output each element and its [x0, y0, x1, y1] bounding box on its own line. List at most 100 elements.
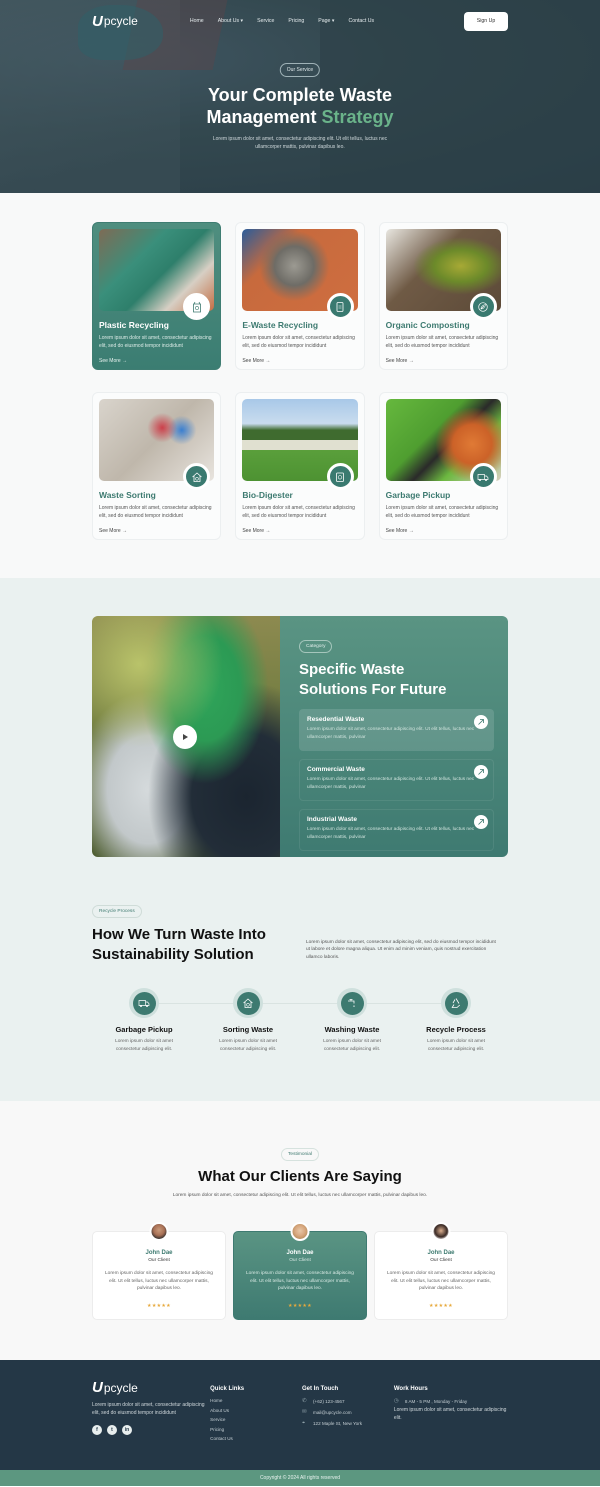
- hours-text: 8 AM - 5 PM , Monday - Friday: [404, 1398, 468, 1404]
- service-desc: Lorem ipsum dolor sit amet, consectetur …: [242, 505, 355, 519]
- step-desc: Lorem ipsum dolor sit amet consectetur ad…: [427, 1039, 485, 1052]
- digester-bin-icon: [326, 463, 354, 490]
- process-title: How We Turn Waste Into Sustainability So…: [92, 925, 306, 964]
- arrow-up-right-icon[interactable]: [474, 715, 488, 729]
- client-name: John Dae: [427, 1250, 455, 1256]
- footer-link-contact-us[interactable]: Contact Us: [210, 1434, 302, 1444]
- avatar: [149, 1222, 169, 1241]
- service-card-organic-composting[interactable]: Organic Composting Lorem ipsum dolor sit…: [378, 222, 508, 370]
- nav-link-about-us[interactable]: About Us ▾: [218, 18, 243, 24]
- hero-title-accent: Strategy: [321, 107, 394, 127]
- testimonials-section: Testimonial What Our Clients Are Saying …: [0, 1101, 600, 1360]
- category-panel: Category Specific Waste Solutions For Fu…: [92, 616, 508, 857]
- category-item-industrial-waste[interactable]: Industrial Waste Lorem ipsum dolor sit a…: [299, 809, 494, 851]
- category-item-title: Resedential Waste: [307, 716, 365, 723]
- category-item-commercial-waste[interactable]: Commercial Waste Lorem ipsum dolor sit a…: [299, 759, 494, 801]
- contact-title: Get In Touch: [302, 1386, 339, 1392]
- star-rating: ★★★★★: [147, 1302, 171, 1309]
- process-step: Sorting Waste Lorem ipsum dolor sit amet…: [196, 988, 300, 1053]
- process-section: Recycle Process How We Turn Waste Into S…: [0, 857, 600, 1101]
- service-card-bio-digester[interactable]: Bio-Digester Lorem ipsum dolor sit amet,…: [235, 392, 365, 540]
- chevron-down-icon: ▾: [240, 18, 244, 24]
- avatar: [431, 1222, 451, 1241]
- nav-link-pricing[interactable]: Pricing: [288, 18, 304, 24]
- service-desc: Lorem ipsum dolor sit amet, consectetur …: [99, 335, 212, 349]
- client-role: Our Client: [430, 1258, 452, 1263]
- arrow-up-right-icon[interactable]: [474, 765, 488, 779]
- service-card-plastic-recycling[interactable]: Plastic Recycling Lorem ipsum dolor sit …: [92, 222, 222, 370]
- arrow-right-icon: →: [265, 358, 271, 364]
- process-desc: Lorem ipsum dolor sit amet, consectetur …: [306, 939, 496, 961]
- arrow-right-icon: →: [265, 528, 271, 534]
- see-more-label: See More: [242, 358, 265, 364]
- nav-link-service[interactable]: Service: [257, 18, 274, 24]
- mail-icon: ✉: [302, 1409, 307, 1415]
- see-more-link[interactable]: See More →: [99, 358, 214, 364]
- category-item-desc: Lorem ipsum dolor sit amet, consectetur …: [307, 727, 475, 740]
- nav-link-home[interactable]: Home: [190, 18, 204, 24]
- see-more-label: See More: [385, 358, 408, 364]
- footer-about: U pcycle Lorem ipsum dolor sit amet, con…: [92, 1379, 210, 1470]
- arrow-right-icon: →: [408, 528, 414, 534]
- category-item-residential-waste[interactable]: Resedential Waste Lorem ipsum dolor sit …: [299, 709, 494, 751]
- contact-phone[interactable]: ✆ (+62) 123-4567: [302, 1398, 394, 1404]
- service-title: Waste Sorting: [99, 490, 156, 500]
- footer-about-text: Lorem ipsum dolor sit amet, consectetur …: [92, 1402, 205, 1416]
- star-rating: ★★★★★: [429, 1302, 453, 1309]
- leaf-icon: [469, 293, 497, 320]
- clock-icon: ◷: [393, 1398, 399, 1404]
- plastic-bag-icon: [183, 293, 211, 320]
- category-title: Specific Waste Solutions For Future: [299, 660, 494, 699]
- footer-link-service[interactable]: Service: [210, 1415, 302, 1425]
- logo[interactable]: U pcycle: [92, 13, 138, 30]
- testimonial-text: Lorem ipsum dolor sit amet, consectetur …: [387, 1271, 495, 1291]
- service-title: E-Waste Recycling: [242, 320, 319, 330]
- service-card-waste-sorting[interactable]: Waste Sorting Lorem ipsum dolor sit amet…: [92, 392, 222, 540]
- service-title: Plastic Recycling: [99, 320, 169, 330]
- step-desc: Lorem ipsum dolor sit amet consectetur ad…: [219, 1039, 277, 1052]
- phone-icon: ✆: [302, 1398, 307, 1404]
- phone-device-icon: [326, 293, 354, 320]
- category-item-title: Commercial Waste: [307, 766, 365, 773]
- facebook-icon[interactable]: f: [92, 1425, 102, 1435]
- service-desc: Lorem ipsum dolor sit amet, consectetur …: [385, 505, 499, 519]
- footer-link-home[interactable]: Home: [210, 1396, 302, 1406]
- step-title: Recycle Process: [426, 1025, 486, 1034]
- footer-logo[interactable]: U pcycle: [92, 1379, 210, 1396]
- client-name: John Dae: [145, 1250, 173, 1256]
- truck-icon: [469, 463, 497, 490]
- see-more-link[interactable]: See More →: [99, 528, 214, 534]
- service-card-e-waste-recycling[interactable]: E-Waste Recycling Lorem ipsum dolor sit …: [235, 222, 365, 370]
- nav-link-contact-us[interactable]: Contact Us: [348, 18, 374, 24]
- address-text: 122 Maple St, New York: [313, 1420, 363, 1426]
- sign-up-button[interactable]: Sign Up: [464, 11, 508, 31]
- testimonial-card: John Dae Our Client Lorem ipsum dolor si…: [233, 1222, 367, 1320]
- service-card-garbage-pickup[interactable]: Garbage Pickup Lorem ipsum dolor sit ame…: [378, 392, 508, 540]
- service-title: Garbage Pickup: [385, 490, 451, 500]
- chevron-down-icon: ▾: [331, 18, 335, 24]
- footer-link-about-us[interactable]: About Us: [210, 1406, 302, 1416]
- step-desc: Lorem ipsum dolor sit amet consectetur ad…: [323, 1039, 381, 1052]
- contact-email[interactable]: ✉ mail@upcycle.com: [302, 1409, 394, 1415]
- twitter-icon[interactable]: t: [107, 1425, 117, 1435]
- see-more-link[interactable]: See More →: [242, 358, 357, 364]
- play-icon: [183, 734, 188, 740]
- testimonial-card: John Dae Our Client Lorem ipsum dolor si…: [374, 1222, 508, 1320]
- services-section: Plastic Recycling Lorem ipsum dolor sit …: [0, 193, 600, 578]
- nav-link-page[interactable]: Page ▾: [318, 18, 334, 24]
- see-more-label: See More: [99, 528, 121, 534]
- see-more-link[interactable]: See More →: [386, 358, 501, 364]
- logo-text: pcycle: [103, 14, 138, 28]
- arrow-up-right-icon[interactable]: [474, 815, 488, 829]
- hero-title-line2: Management: [206, 107, 322, 127]
- footer-link-pricing[interactable]: Pricing: [210, 1425, 302, 1435]
- location-pin-icon: ⌖: [302, 1420, 306, 1426]
- see-more-link[interactable]: See More →: [386, 528, 501, 534]
- testimonial-text: Lorem ipsum dolor sit amet, consectetur …: [105, 1271, 213, 1291]
- house-recycle-icon: [183, 463, 211, 490]
- play-button[interactable]: [173, 725, 197, 749]
- linkedin-icon[interactable]: in: [122, 1425, 132, 1435]
- logo-mark: U: [92, 1379, 103, 1396]
- arrow-right-icon: →: [408, 358, 414, 364]
- see-more-link[interactable]: See More →: [242, 528, 357, 534]
